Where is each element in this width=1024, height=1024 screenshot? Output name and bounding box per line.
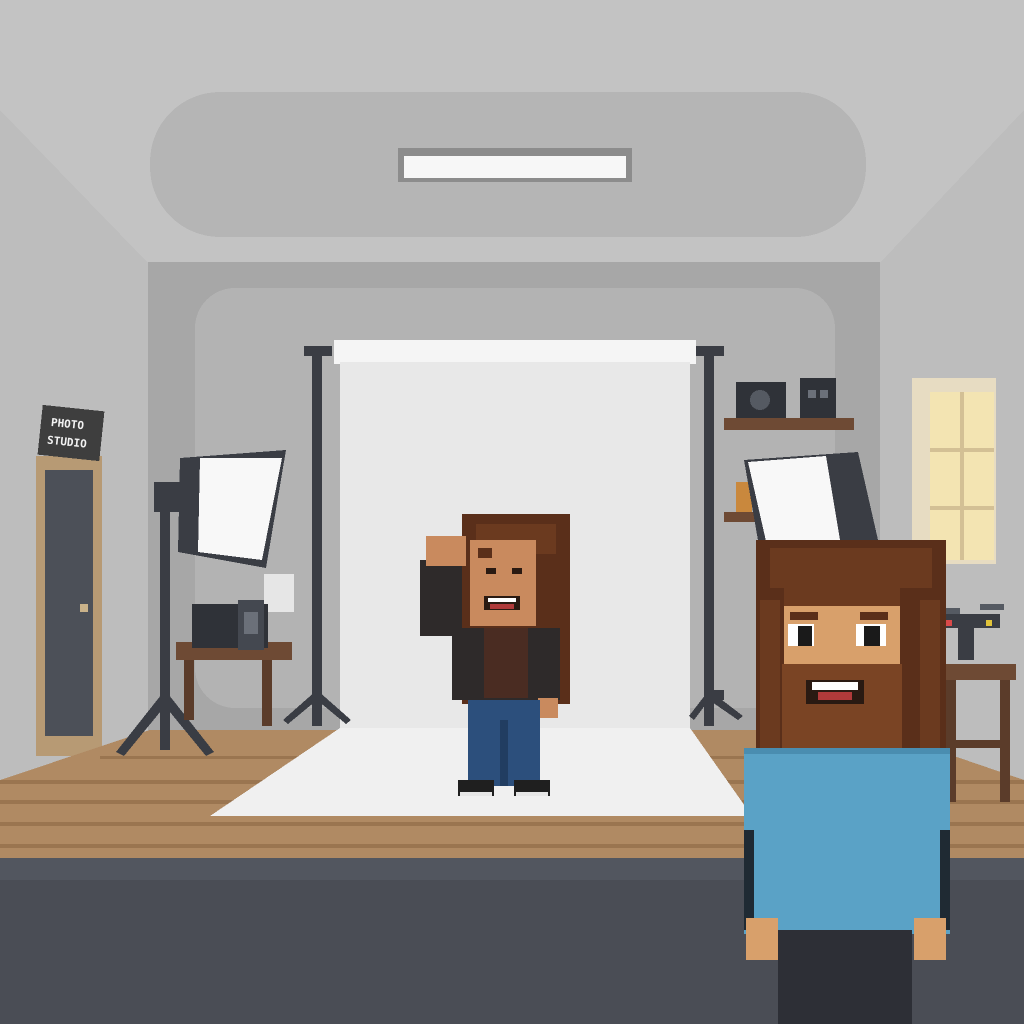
door xyxy=(36,456,102,756)
wall-note xyxy=(264,574,294,612)
player-hand-right xyxy=(914,918,946,960)
player-beard xyxy=(782,664,902,750)
studio-scene: PHOTO STUDIO xyxy=(0,0,1024,1024)
player-pants xyxy=(778,930,912,1024)
door-sign: PHOTO STUDIO xyxy=(37,404,105,462)
player-hand-left xyxy=(746,918,778,960)
ceiling-light xyxy=(404,156,626,178)
window xyxy=(912,378,996,564)
player-shirt xyxy=(744,748,950,934)
game-scene: PHOTO STUDIO xyxy=(0,0,1024,1024)
model-raised-arm xyxy=(420,560,462,636)
model-hand xyxy=(426,536,466,566)
player-character xyxy=(744,540,950,1024)
